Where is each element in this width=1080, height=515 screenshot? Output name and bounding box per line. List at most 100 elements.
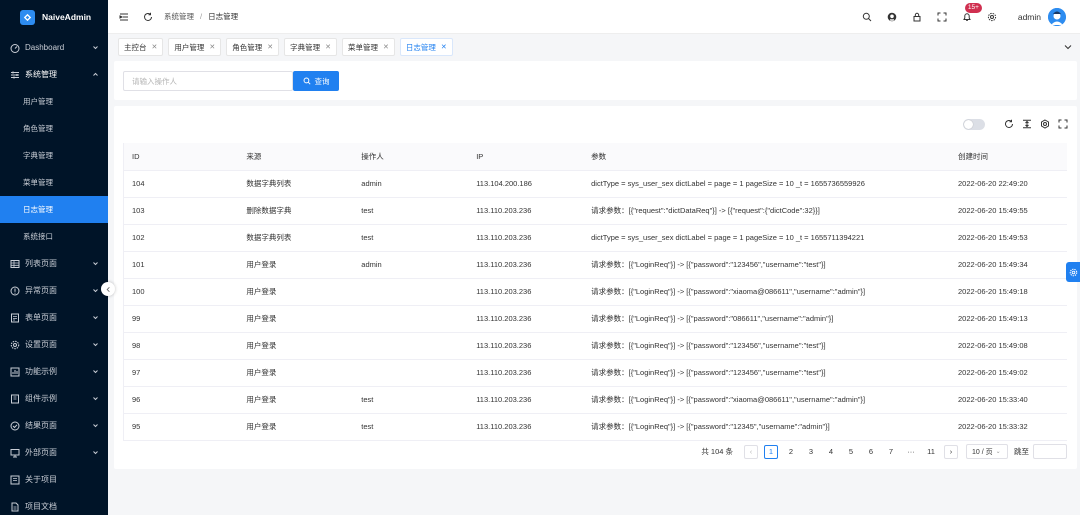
notification-badge: 15+ (964, 2, 982, 13)
tab[interactable]: 菜单管理 ✕ (342, 38, 395, 56)
table-toolbar (963, 118, 1069, 130)
sidebar-collapse-button[interactable] (101, 282, 115, 296)
striped-toggle[interactable] (963, 118, 985, 130)
table-row[interactable]: 98 用户登录 113.110.203.236 请求参数：[{"LoginReq"}]… (123, 332, 1067, 360)
table-cell: 2022-06-20 15:49:13 (950, 305, 1067, 333)
page-number[interactable]: 4 (824, 445, 838, 459)
sidebar-item[interactable]: 外部页面 (0, 439, 108, 466)
fullscreen-icon[interactable] (1057, 118, 1069, 130)
username[interactable]: admin (1018, 12, 1041, 22)
search-icon[interactable] (861, 11, 873, 23)
sidebar-subitem[interactable]: 菜单管理 (0, 169, 108, 196)
query-button[interactable]: 查询 (293, 71, 339, 91)
breadcrumb-item[interactable]: 系统管理 (164, 11, 194, 22)
app-title: NaiveAdmin (42, 12, 92, 22)
tab-label: 字典管理 (290, 42, 321, 52)
chevron-down-icon[interactable] (1063, 42, 1073, 52)
sidebar-item[interactable]: 结果页面 (0, 412, 108, 439)
avatar[interactable] (1048, 7, 1066, 26)
sidebar-subitem[interactable]: 角色管理 (0, 115, 108, 142)
sidebar-item[interactable]: 列表页面 (0, 250, 108, 277)
next-page-button[interactable]: › (944, 444, 958, 459)
dashboard-icon (10, 43, 20, 53)
tab[interactable]: 角色管理 ✕ (226, 38, 280, 56)
chevron-down-icon: ⌄ (995, 449, 1001, 455)
table-cell: 99 (123, 305, 239, 333)
close-icon[interactable]: ✕ (152, 43, 158, 51)
page-number[interactable]: 11 (924, 445, 938, 459)
page-number[interactable]: 2 (784, 445, 798, 459)
close-icon[interactable]: ✕ (267, 43, 273, 51)
table-row[interactable]: 104 数据字典列表 admin 113.104.200.186 dictType = … (123, 170, 1067, 198)
page-size-select[interactable]: 10 / 页 ⌄ (966, 444, 1008, 459)
table-row[interactable]: 101 用户登录 admin 113.110.203.236 请求参数：[{"Login… (123, 251, 1067, 279)
jump-page-input[interactable] (1033, 444, 1067, 459)
sidebar-subitem[interactable]: 用户管理 (0, 88, 108, 115)
refresh-icon[interactable] (1003, 118, 1015, 130)
jump-label: 跳至 (1014, 447, 1029, 456)
tab[interactable]: 用户管理 ✕ (168, 38, 222, 56)
sidebar-item[interactable]: 系统管理 (0, 61, 108, 88)
page-ellipsis[interactable]: ··· (904, 445, 918, 459)
tab[interactable]: 主控台 ✕ (118, 38, 164, 56)
notification-bell[interactable]: 15+ (961, 2, 982, 23)
page-number[interactable]: 5 (844, 445, 858, 459)
close-icon[interactable]: ✕ (441, 43, 447, 51)
page-number[interactable]: 3 (804, 445, 818, 459)
table-row[interactable]: 95 用户登录 test 113.110.203.236 请求参数：[{"LoginRe… (123, 413, 1067, 441)
chevron-down-icon (92, 422, 99, 429)
chevron-down-icon (92, 341, 99, 348)
sidebar-item-label: 外部页面 (25, 448, 57, 457)
sidebar-item[interactable]: 项目文档 (0, 493, 108, 515)
settings-gear-icon[interactable] (986, 11, 998, 23)
sidebar-item[interactable]: 关于项目 (0, 466, 108, 493)
sidebar-item[interactable]: 功能示例 (0, 358, 108, 385)
tabs-bar: 主控台 ✕ 用户管理 ✕ 角色管理 ✕ 字典管理 ✕ 菜单管理 ✕ 日志管理 ✕ (108, 34, 1080, 60)
table-row[interactable]: 100 用户登录 113.110.203.236 请求参数：[{"LoginReq"}… (123, 278, 1067, 306)
table-cell: 用户登录 (238, 359, 354, 387)
tab[interactable]: 日志管理 ✕ (399, 38, 453, 56)
sidebar-item[interactable]: 设置页面 (0, 331, 108, 358)
tab[interactable]: 字典管理 ✕ (284, 38, 337, 56)
table-cell: test (353, 413, 469, 441)
sidebar-item[interactable]: Dashboard (0, 34, 108, 61)
theme-settings-button[interactable] (1066, 262, 1080, 282)
table-cell: 请求参数：[{"request":"dictDataReq"}] -> [{"r… (583, 197, 951, 225)
column-settings-icon[interactable] (1039, 118, 1051, 130)
lock-icon[interactable] (911, 11, 923, 23)
close-icon[interactable]: ✕ (383, 43, 389, 51)
page-number[interactable]: 1 (764, 444, 778, 459)
page-number[interactable]: 7 (884, 445, 898, 459)
top-header: 系统管理 / 日志管理 15+ admin (108, 0, 1080, 34)
page-number[interactable]: 6 (864, 445, 878, 459)
table-row[interactable]: 103 删除数据字典 test 113.110.203.236 请求参数：[{"requ… (123, 197, 1067, 225)
table-row[interactable]: 99 用户登录 113.110.203.236 请求参数：[{"LoginReq"}]… (123, 305, 1067, 333)
logo-icon (20, 9, 35, 25)
table-cell (353, 332, 469, 360)
sidebar-item-label: 项目文档 (25, 502, 57, 511)
table-row[interactable]: 102 数据字典列表 test 113.110.203.236 dictType = s… (123, 224, 1067, 252)
sidebar-item[interactable]: 组件示例 (0, 385, 108, 412)
sidebar-subitem[interactable]: 系统接口 (0, 223, 108, 250)
operator-search-input[interactable] (123, 71, 293, 91)
logo: NaiveAdmin (0, 0, 108, 34)
prev-page-button[interactable]: ‹ (744, 444, 758, 459)
table-cell: 2022-06-20 15:49:55 (950, 197, 1067, 225)
sidebar-subitem[interactable]: 字典管理 (0, 142, 108, 169)
sidebar-item[interactable]: 表单页面 (0, 304, 108, 331)
sidebar-subitem[interactable]: 日志管理 (0, 196, 108, 223)
table-cell: 96 (123, 386, 239, 414)
table-row[interactable]: 97 用户登录 113.110.203.236 请求参数：[{"LoginReq"}]… (123, 359, 1067, 387)
sidebar-item-label: 组件示例 (25, 394, 57, 403)
column-header: ID (123, 143, 239, 171)
close-icon[interactable]: ✕ (325, 43, 331, 51)
close-icon[interactable]: ✕ (209, 43, 215, 51)
sidebar-item[interactable]: 异常页面 (0, 277, 108, 304)
github-icon[interactable] (886, 11, 898, 23)
table-row[interactable]: 96 用户登录 test 113.110.203.236 请求参数：[{"LoginRe… (123, 386, 1067, 414)
menu-fold-icon[interactable] (118, 11, 130, 23)
fullscreen-icon[interactable] (936, 11, 948, 23)
refresh-icon[interactable] (142, 11, 154, 23)
density-icon[interactable] (1021, 118, 1033, 130)
chevron-down-icon (92, 368, 99, 375)
